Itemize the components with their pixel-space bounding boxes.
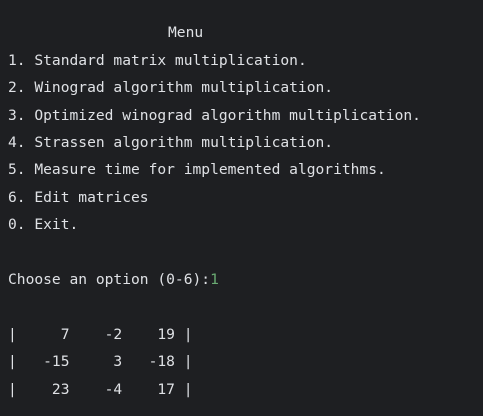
console-output: Menu 1. Standard matrix multiplication. … bbox=[0, 0, 483, 416]
matrix-row: | 23 -4 17 | bbox=[8, 381, 193, 398]
prompt-line[interactable]: Choose an option (0-6): 1 bbox=[8, 270, 219, 290]
prompt-text: Choose an option (0-6): bbox=[8, 271, 211, 288]
menu-item-standard: 1. Standard matrix multiplication. bbox=[8, 52, 307, 69]
prompt-input-value[interactable]: 1 bbox=[210, 270, 219, 290]
matrix-row: | -15 3 -18 | bbox=[8, 353, 193, 370]
menu-item-winograd: 2. Winograd algorithm multiplication. bbox=[8, 79, 334, 96]
menu-item-optimized-winograd: 3. Optimized winograd algorithm multipli… bbox=[8, 107, 421, 124]
menu-item-edit-matrices: 6. Edit matrices bbox=[8, 189, 149, 206]
menu-item-strassen: 4. Strassen algorithm multiplication. bbox=[8, 134, 334, 151]
menu-item-exit: 0. Exit. bbox=[8, 216, 79, 233]
menu-item-measure-time: 5. Measure time for implemented algorith… bbox=[8, 161, 386, 178]
menu-title: Menu bbox=[168, 24, 204, 41]
matrix-row: | 7 -2 19 | bbox=[8, 326, 193, 343]
